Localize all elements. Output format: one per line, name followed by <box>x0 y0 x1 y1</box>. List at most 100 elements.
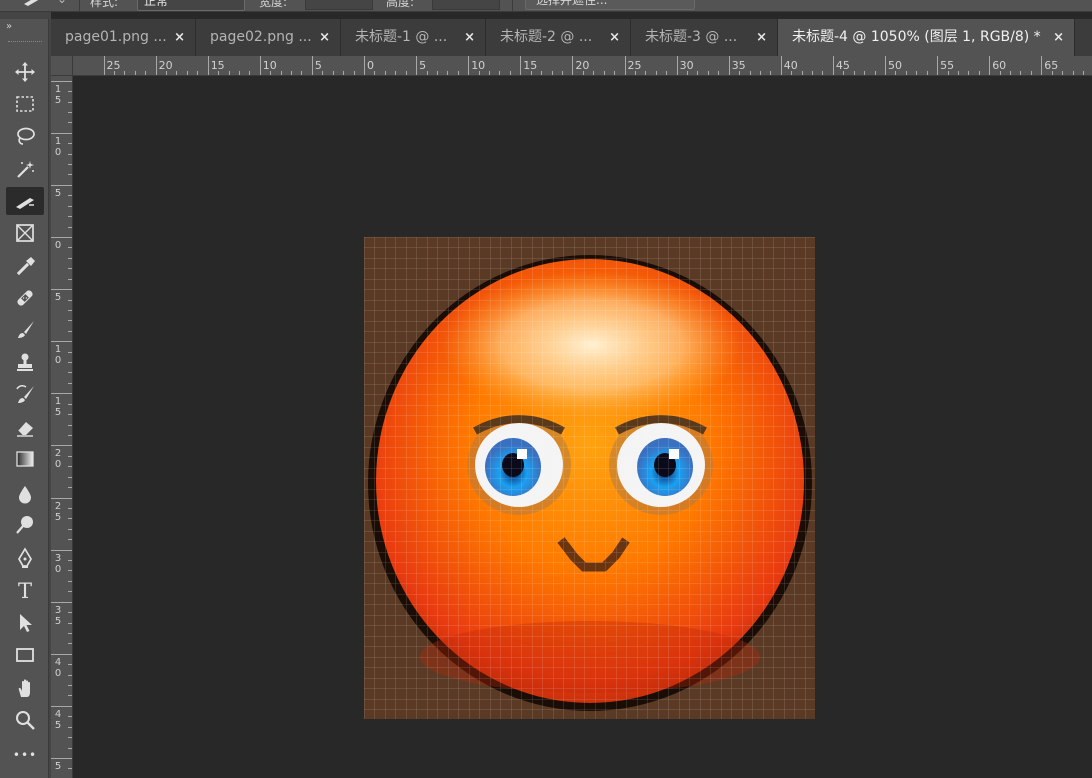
pen-icon <box>14 547 36 569</box>
close-icon[interactable]: × <box>1053 19 1064 56</box>
history-brush-tool[interactable] <box>6 381 44 409</box>
toolbar-grip[interactable] <box>8 41 42 43</box>
ellipsis-icon: ••• <box>13 749 37 761</box>
ruler-major-tick <box>572 56 573 75</box>
ruler-minor-tick <box>1062 71 1063 75</box>
document-tab[interactable]: 未标题-4 @ 1050% (图层 1, RGB/8) * × <box>778 19 1075 56</box>
ruler-minor-tick <box>750 71 751 75</box>
ruler-minor-tick <box>406 71 407 75</box>
ruler-minor-tick <box>68 685 72 686</box>
ruler-minor-tick <box>68 102 72 103</box>
lasso-tool[interactable] <box>6 122 44 150</box>
ruler-minor-tick <box>68 122 72 123</box>
gradient-tool[interactable] <box>6 445 44 473</box>
hand-tool[interactable] <box>6 674 44 702</box>
horizontal-ruler[interactable]: 25201510505101520253035404550556065 <box>73 56 1092 76</box>
ruler-v-label: 4 5 <box>53 709 63 731</box>
ruler-major-tick <box>312 56 313 75</box>
dodge-tool[interactable] <box>6 511 44 539</box>
zoom-tool[interactable] <box>6 706 44 734</box>
eyedropper-tool[interactable] <box>6 252 44 280</box>
ruler-minor-tick <box>68 414 72 415</box>
style-select[interactable]: 正常 ⌄ <box>137 0 245 11</box>
ruler-major-tick <box>51 706 72 707</box>
close-icon[interactable]: × <box>756 19 767 56</box>
blur-tool[interactable] <box>6 480 44 508</box>
rectangle-tool[interactable] <box>6 641 44 669</box>
lasso-icon <box>14 125 36 147</box>
move-tool[interactable] <box>6 58 44 86</box>
ruler-major-tick <box>51 602 72 603</box>
select-and-mask-button[interactable]: 选择并遮住... <box>525 0 695 10</box>
ruler-minor-tick <box>427 71 428 75</box>
ruler-minor-tick <box>552 71 553 75</box>
dodge-icon <box>14 514 36 536</box>
ruler-v-label: 1 0 <box>53 344 63 366</box>
eraser-tool[interactable] <box>6 413 44 441</box>
ruler-v-label: 0 <box>53 240 63 251</box>
document-tab[interactable]: 未标题-2 @ ... × <box>486 19 631 56</box>
document-tab[interactable]: 未标题-3 @ ...× <box>631 19 778 56</box>
ruler-minor-tick <box>1073 71 1074 75</box>
ruler-minor-tick <box>68 748 72 749</box>
ruler-minor-tick <box>864 71 865 75</box>
ruler-minor-tick <box>68 539 72 540</box>
ruler-minor-tick <box>68 487 72 488</box>
brush-tool[interactable] <box>6 316 44 344</box>
ruler-minor-tick <box>68 320 72 321</box>
ruler-v-label: 2 0 <box>53 448 63 470</box>
ruler-major-tick <box>416 56 417 75</box>
ruler-minor-tick <box>166 71 167 75</box>
ruler-minor-tick <box>739 71 740 75</box>
ruler-minor-tick <box>645 71 646 75</box>
ruler-minor-tick <box>197 71 198 75</box>
eyedropper-icon <box>14 255 36 277</box>
document-tab[interactable]: 未标题-1 @ ...× <box>341 19 486 56</box>
document-tab[interactable]: page02.png ...× <box>196 19 341 56</box>
ruler-minor-tick <box>68 143 72 144</box>
marquee-tool[interactable] <box>6 90 44 118</box>
close-icon[interactable]: × <box>609 19 620 56</box>
vertical-ruler[interactable]: 1 51 05051 01 52 02 53 03 54 04 55 <box>51 76 73 778</box>
ruler-minor-tick <box>68 216 72 217</box>
document-tab[interactable]: page01.png ...× <box>51 19 196 56</box>
collapse-toolbar-icon[interactable]: » <box>6 21 10 32</box>
ruler-minor-tick <box>395 71 396 75</box>
tab-label: 未标题-4 @ 1050% (图层 1, RGB/8) * <box>792 29 1041 45</box>
healing-brush-tool[interactable] <box>6 284 44 312</box>
ruler-minor-tick <box>854 71 855 75</box>
width-label: 宽度: <box>259 0 287 10</box>
pen-tool[interactable] <box>6 544 44 572</box>
width-field[interactable] <box>305 0 373 10</box>
tab-label: 未标题-2 @ ... <box>500 29 592 45</box>
path-selection-tool[interactable] <box>6 609 44 637</box>
type-tool[interactable]: T <box>6 577 44 605</box>
close-icon[interactable]: × <box>464 19 475 56</box>
bandage-icon <box>14 287 36 309</box>
stamp-icon <box>14 351 36 373</box>
ruler-minor-tick <box>68 675 72 676</box>
ruler-minor-tick <box>68 612 72 613</box>
clone-stamp-tool[interactable] <box>6 348 44 376</box>
slice-tool[interactable] <box>6 187 44 215</box>
ruler-h-label: 0 <box>367 59 374 72</box>
ruler-major-tick <box>520 56 521 75</box>
frame-tool[interactable] <box>6 219 44 247</box>
ruler-major-tick <box>729 56 730 75</box>
document-canvas[interactable] <box>364 237 815 719</box>
current-tool-icon[interactable] <box>22 0 44 8</box>
magic-wand-tool[interactable] <box>6 155 44 183</box>
ruler-major-tick <box>104 56 105 75</box>
move-icon <box>14 61 36 83</box>
ruler-minor-tick <box>583 71 584 75</box>
ruler-minor-tick <box>68 112 72 113</box>
canvas-workspace[interactable] <box>73 76 1092 778</box>
ruler-minor-tick <box>802 71 803 75</box>
ruler-minor-tick <box>68 727 72 728</box>
height-field[interactable] <box>432 0 500 10</box>
close-icon[interactable]: × <box>319 19 330 56</box>
close-icon[interactable]: × <box>174 19 185 56</box>
ruler-origin[interactable] <box>51 56 73 76</box>
tool-preset-chevron-icon[interactable]: ⌄ <box>57 0 67 6</box>
more-tools[interactable]: ••• <box>6 741 44 769</box>
